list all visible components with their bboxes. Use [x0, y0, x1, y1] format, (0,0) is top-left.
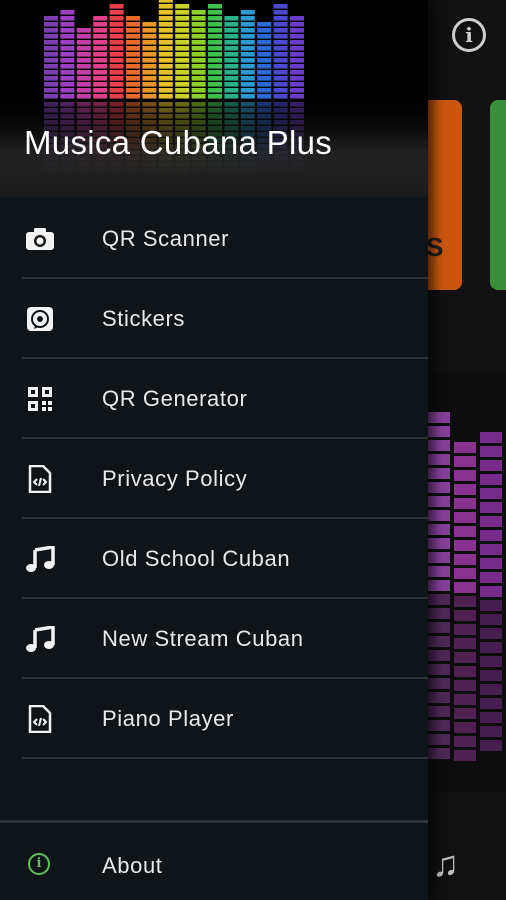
drawer-header: Musica Cubana Plus — [0, 0, 428, 197]
category-card-label: S — [426, 232, 444, 262]
menu-item-stickers[interactable]: Stickers — [0, 279, 428, 359]
info-icon[interactable]: i — [452, 18, 486, 52]
equalizer-banner — [420, 372, 506, 792]
divider — [22, 757, 428, 759]
music-note-icon — [24, 545, 56, 573]
menu-item-old-school-cuban[interactable]: Old School Cuban — [0, 519, 428, 599]
menu-item-qr-scanner[interactable]: QR Scanner — [0, 199, 428, 279]
menu-item-label: Piano Player — [102, 706, 234, 731]
menu-item-about[interactable]: i About — [0, 823, 428, 900]
menu-item-privacy-policy[interactable]: Privacy Policy — [0, 439, 428, 519]
code-file-icon — [24, 705, 56, 733]
menu-item-qr-generator[interactable]: QR Generator — [0, 359, 428, 439]
menu-item-label: New Stream Cuban — [102, 626, 304, 651]
menu-item-label: Privacy Policy — [102, 466, 248, 491]
info-icon: i — [28, 853, 50, 875]
menu-item-label: Old School Cuban — [102, 546, 291, 571]
app-title: Musica Cubana Plus — [24, 124, 333, 161]
navigation-drawer: Musica Cubana Plus QR Scanner Stickers Q… — [0, 0, 428, 900]
menu-item-label: QR Generator — [102, 386, 248, 411]
category-card-green[interactable] — [490, 100, 506, 290]
whatsapp-icon — [24, 305, 56, 333]
qr-code-icon — [24, 385, 56, 413]
menu-item-label: QR Scanner — [102, 226, 230, 251]
menu-item-label: Stickers — [102, 306, 186, 331]
drawer-menu: QR Scanner Stickers QR Generator Privacy… — [0, 199, 428, 759]
menu-item-new-stream-cuban[interactable]: New Stream Cuban — [0, 599, 428, 679]
music-note-icon[interactable]: ♫ — [432, 843, 459, 885]
menu-item-label: About — [102, 853, 163, 878]
code-file-icon — [24, 465, 56, 493]
equalizer-header-image — [0, 0, 428, 197]
camera-icon — [24, 225, 56, 253]
menu-item-piano-player[interactable]: Piano Player — [0, 679, 428, 759]
music-note-icon — [24, 625, 56, 653]
